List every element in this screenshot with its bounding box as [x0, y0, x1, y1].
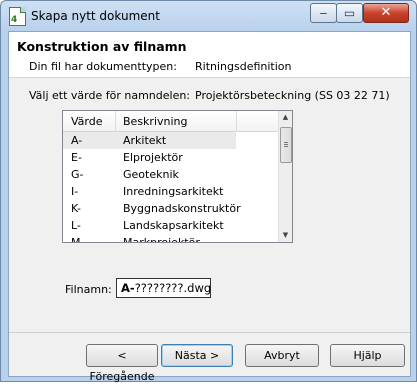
help-button[interactable]: Hjälp	[330, 344, 405, 367]
dialog-client-area: Konstruktion av filnamn Din fil har doku…	[8, 31, 411, 383]
scroll-down-icon[interactable]: ▼	[279, 229, 292, 242]
app-icon-digit: 4	[11, 15, 18, 25]
previous-button[interactable]: < Föregående	[86, 344, 158, 383]
window-title: Skapa nytt dokument	[31, 9, 160, 23]
document-app-icon: 4	[9, 7, 26, 26]
cancel-button[interactable]: Avbryt	[245, 344, 319, 367]
item-description: Arkitekt	[123, 134, 167, 147]
scroll-thumb[interactable]	[280, 127, 292, 163]
grip-line	[284, 144, 288, 145]
item-description: Byggnadskonstruktör	[123, 202, 241, 215]
column-header-description[interactable]: Beskrivning	[123, 115, 188, 128]
item-description: Elprojektör	[123, 151, 183, 164]
item-value: A-	[71, 134, 83, 147]
list-item[interactable]: K- Byggnadskonstruktör	[63, 200, 279, 217]
list-item[interactable]: G- Geoteknik	[63, 166, 279, 183]
list-item[interactable]: M- Markprojektör	[63, 234, 279, 243]
wizard-header: Konstruktion av filnamn Din fil har doku…	[9, 32, 410, 78]
doctype-label: Din fil har dokumenttypen:	[29, 60, 177, 73]
column-header-value[interactable]: Värde	[71, 115, 103, 128]
column-separator[interactable]	[115, 111, 116, 131]
icon-fold	[20, 7, 26, 13]
list-item[interactable]: E- Elprojektör	[63, 149, 279, 166]
list-header: Värde Beskrivning	[63, 111, 279, 132]
title-bar[interactable]: 4 Skapa nytt dokument ‒ ▭ ✕	[1, 1, 416, 31]
list-item[interactable]: L- Landskapsarkitekt	[63, 217, 279, 234]
namepart-label: Välj ett värde för namndelen:	[29, 89, 191, 102]
filename-preview: A-????????.dwg	[116, 278, 211, 298]
list-item[interactable]: I- Inredningsarkitekt	[63, 183, 279, 200]
dialog-window: 4 Skapa nytt dokument ‒ ▭ ✕ Konstruktion…	[0, 0, 417, 383]
filename-text: A-????????.dwg	[121, 281, 211, 295]
item-value: E-	[71, 151, 82, 164]
item-description: Inredningsarkitekt	[123, 185, 224, 198]
column-separator[interactable]	[236, 111, 237, 131]
minimize-button[interactable]: ‒	[310, 3, 337, 23]
list-item[interactable]: A- Arkitekt	[63, 132, 236, 149]
button-divider	[9, 332, 410, 333]
grip-line	[284, 146, 288, 147]
close-button[interactable]: ✕	[363, 3, 409, 23]
namepart-value: Projektörsbeteckning (SS 03 22 71)	[195, 89, 390, 102]
item-value: K-	[71, 202, 82, 215]
maximize-icon: ▭	[343, 6, 356, 20]
next-button[interactable]: Nästa >	[161, 344, 233, 367]
scroll-up-icon[interactable]: ▲	[279, 111, 292, 124]
doctype-value: Ritningsdefinition	[195, 60, 292, 73]
filename-rest: ????????.dwg	[134, 281, 212, 295]
page-title: Konstruktion av filnamn	[17, 39, 187, 54]
item-description: Markprojektör	[123, 236, 200, 243]
filename-label: Filnamn:	[65, 283, 112, 296]
grip-line	[284, 142, 288, 143]
item-description: Geoteknik	[123, 168, 179, 181]
close-icon: ✕	[380, 5, 392, 20]
item-value: M-	[71, 236, 85, 243]
item-value: G-	[71, 168, 84, 181]
list-scrollbar[interactable]: ▲ ▼	[278, 111, 292, 242]
item-value: I-	[71, 185, 79, 198]
item-description: Landskapsarkitekt	[123, 219, 224, 232]
minimize-icon: ‒	[319, 6, 328, 20]
maximize-button[interactable]: ▭	[336, 3, 363, 23]
filename-prefix: A-	[121, 281, 135, 295]
value-list[interactable]: Värde Beskrivning A- Arkitekt E- Elprojektö…	[62, 110, 293, 243]
item-value: L-	[71, 219, 81, 232]
